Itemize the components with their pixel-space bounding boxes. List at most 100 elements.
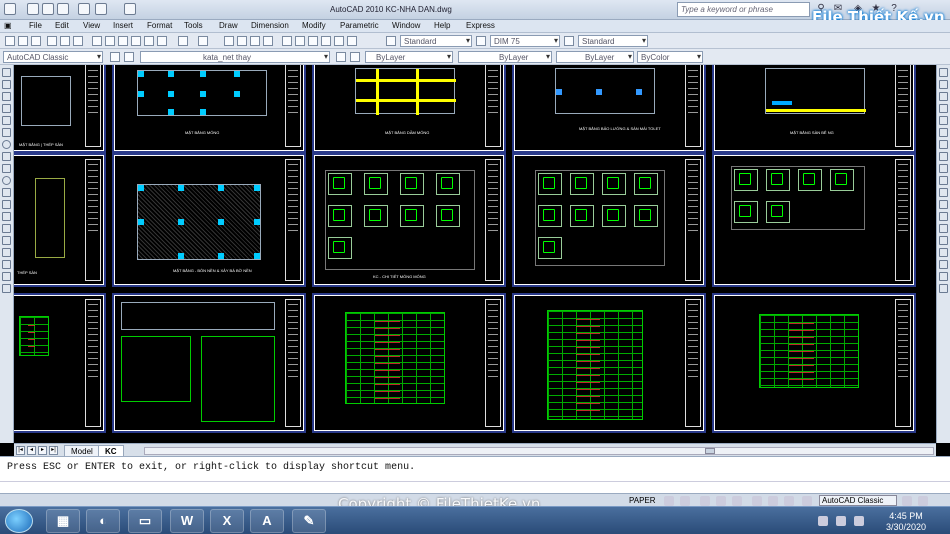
- sheet-1[interactable]: MẶT BẰNG | THÉP SÀN: [14, 65, 104, 151]
- workspace-switch-icon[interactable]: [802, 496, 812, 506]
- draworder-icon[interactable]: [939, 260, 948, 269]
- extend-icon[interactable]: [939, 188, 948, 197]
- menu-insert[interactable]: Insert: [113, 21, 133, 30]
- layer-state-icon[interactable]: [124, 52, 134, 62]
- sheet-9[interactable]: [514, 155, 704, 285]
- copy-icon[interactable]: [939, 80, 948, 89]
- spline-icon[interactable]: [2, 164, 11, 173]
- revcloud-icon[interactable]: [2, 152, 11, 161]
- sheet-5[interactable]: MẶT BẰNG SÀN BÊ NG: [714, 65, 914, 151]
- explode-icon[interactable]: [939, 248, 948, 257]
- tool-properties-icon[interactable]: [282, 36, 292, 46]
- menu-dimension[interactable]: Dimension: [251, 21, 289, 30]
- paint-icon[interactable]: ✎: [292, 509, 326, 533]
- tool-open-icon[interactable]: [18, 36, 28, 46]
- fillet-icon[interactable]: [939, 236, 948, 245]
- break-icon[interactable]: [939, 200, 948, 209]
- menu-window[interactable]: Window: [392, 21, 420, 30]
- array-icon[interactable]: [939, 116, 948, 125]
- ellipse-arc-icon[interactable]: [2, 188, 11, 197]
- line-icon[interactable]: [2, 68, 11, 77]
- join-icon[interactable]: [939, 212, 948, 221]
- annotation-scale-icon[interactable]: [752, 496, 762, 506]
- tool-copy-icon[interactable]: [105, 36, 115, 46]
- make-current-icon[interactable]: [336, 52, 346, 62]
- annotation-visibility-icon[interactable]: [768, 496, 778, 506]
- workspace-select[interactable]: AutoCAD Classic: [3, 51, 103, 63]
- tray-flag-icon[interactable]: [836, 516, 846, 526]
- make-block-icon[interactable]: [2, 212, 11, 221]
- tool-zoom-realtime-icon[interactable]: [237, 36, 247, 46]
- tool-save-icon[interactable]: [31, 36, 41, 46]
- insert-block-icon[interactable]: [2, 200, 11, 209]
- dim-style-select[interactable]: DIM 75: [490, 35, 560, 47]
- tool-palettes-icon[interactable]: [308, 36, 318, 46]
- lineweight-select[interactable]: ByLayer: [556, 51, 634, 63]
- redo-icon[interactable]: [95, 3, 107, 15]
- taskbar-app-1-icon[interactable]: ▦: [46, 509, 80, 533]
- stretch-icon[interactable]: [939, 164, 948, 173]
- tray-network-icon[interactable]: [818, 516, 828, 526]
- sheet-8[interactable]: KC - CHI TIẾT MÓNG MÓNG: [314, 155, 504, 285]
- pan-status-icon[interactable]: [700, 496, 710, 506]
- move-icon[interactable]: [939, 128, 948, 137]
- menu-tools[interactable]: Tools: [184, 21, 203, 30]
- sheet-6[interactable]: THÉP SÀN: [14, 155, 104, 285]
- plot-icon[interactable]: [124, 3, 136, 15]
- menu-file[interactable]: File: [29, 21, 42, 30]
- tool-plot-icon[interactable]: [47, 36, 57, 46]
- tool-zoom-window-icon[interactable]: [250, 36, 260, 46]
- sheet-11[interactable]: [14, 295, 104, 431]
- color-select[interactable]: ByLayer: [365, 51, 453, 63]
- tool-publish-icon[interactable]: [73, 36, 83, 46]
- construction-line-icon[interactable]: [2, 80, 11, 89]
- gradient-icon[interactable]: [2, 248, 11, 257]
- search-input[interactable]: Type a keyword or phrase: [677, 2, 810, 17]
- quick-view-drawings-icon[interactable]: [680, 496, 690, 506]
- rectangle-icon[interactable]: [2, 116, 11, 125]
- layer-icon[interactable]: [939, 272, 948, 281]
- polyline-icon[interactable]: [2, 92, 11, 101]
- showmotion-icon[interactable]: [732, 496, 742, 506]
- scale-icon[interactable]: [939, 152, 948, 161]
- plotstyle-select[interactable]: ByColor: [637, 51, 703, 63]
- chamfer-icon[interactable]: [939, 224, 948, 233]
- open-file-icon[interactable]: [42, 3, 54, 15]
- table-style-select[interactable]: Standard: [578, 35, 648, 47]
- sheet-14[interactable]: [514, 295, 704, 431]
- tool-calc-icon[interactable]: [347, 36, 357, 46]
- tool-preview-icon[interactable]: [60, 36, 70, 46]
- tab-first-icon[interactable]: |◂: [16, 446, 25, 455]
- sheet-3[interactable]: MẶT BẰNG DẦM MÓNG: [314, 65, 504, 151]
- tool-block-icon[interactable]: [144, 36, 154, 46]
- tool-new-icon[interactable]: [5, 36, 15, 46]
- tool-sheetset-icon[interactable]: [321, 36, 331, 46]
- menu-edit[interactable]: Edit: [55, 21, 69, 30]
- polygon-icon[interactable]: [2, 104, 11, 113]
- word-icon[interactable]: W: [170, 509, 204, 533]
- sheet-13[interactable]: [314, 295, 504, 431]
- tool-pan-icon[interactable]: [224, 36, 234, 46]
- menu-app-icon[interactable]: ▣: [4, 21, 12, 30]
- tool-brush-icon[interactable]: [157, 36, 167, 46]
- sheet-12[interactable]: [114, 295, 304, 431]
- drawing-canvas[interactable]: MẶT BẰNG | THÉP SÀN MẶT BẰNG MÓNG MẶT BẰ…: [14, 65, 936, 437]
- tab-last-icon[interactable]: ▸|: [49, 446, 58, 455]
- layer-previous-icon[interactable]: [350, 52, 360, 62]
- autocad-icon[interactable]: A: [250, 509, 284, 533]
- mtext-icon[interactable]: [2, 284, 11, 293]
- sheet-15[interactable]: [714, 295, 914, 431]
- menu-help[interactable]: Help: [434, 21, 450, 30]
- layer-manager-icon[interactable]: [110, 52, 120, 62]
- tray-volume-icon[interactable]: [854, 516, 864, 526]
- lock-icon[interactable]: [902, 496, 912, 506]
- layer-select[interactable]: kata_net thay: [140, 51, 330, 63]
- menu-format[interactable]: Format: [147, 21, 172, 30]
- tool-zoom-previous-icon[interactable]: [263, 36, 273, 46]
- ellipse-icon[interactable]: [2, 176, 11, 185]
- autoscale-icon[interactable]: [784, 496, 794, 506]
- horizontal-scrollbar[interactable]: [144, 447, 934, 455]
- erase-icon[interactable]: [939, 68, 948, 77]
- rotate-icon[interactable]: [939, 140, 948, 149]
- explorer-icon[interactable]: ▭: [128, 509, 162, 533]
